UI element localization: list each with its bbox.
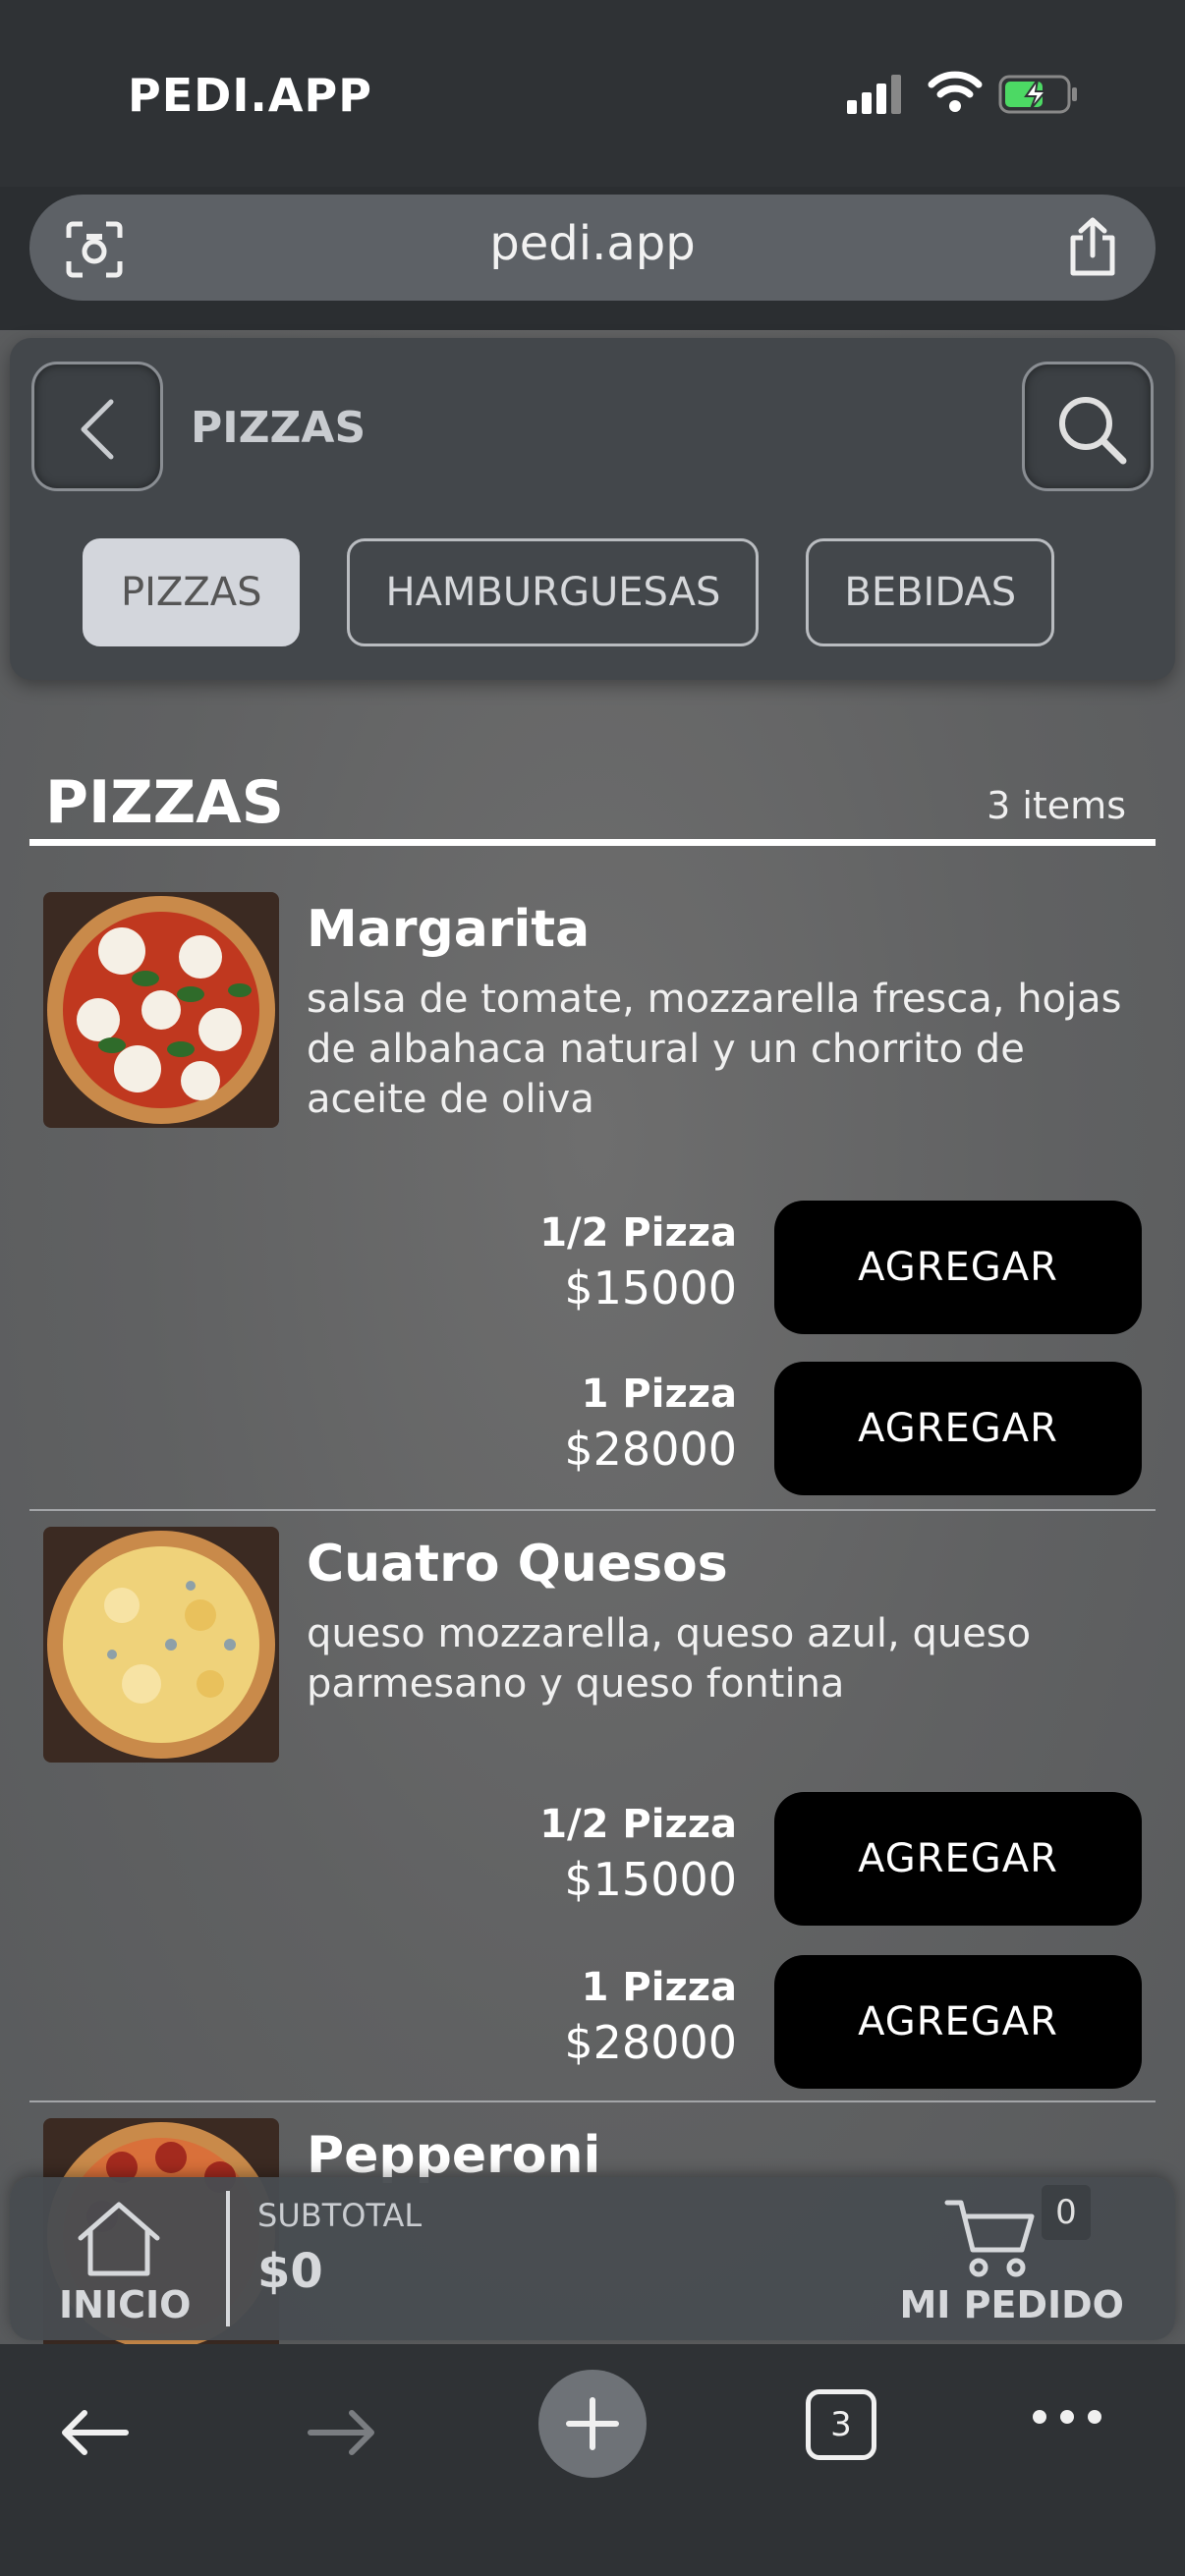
url-bar[interactable]: pedi.app	[29, 195, 1156, 301]
add-button[interactable]: AGREGAR	[774, 1362, 1142, 1495]
add-button[interactable]: AGREGAR	[774, 1955, 1142, 2089]
search-icon	[1059, 397, 1127, 465]
home-icon[interactable]	[75, 2199, 163, 2279]
cellular-signal-icon	[847, 75, 901, 114]
section-count: 3 items	[987, 784, 1126, 827]
order-bar: INICIO SUBTOTAL $0 0 MI PEDIDO	[10, 2177, 1175, 2340]
wifi-icon	[928, 71, 983, 112]
price-option: 1 Pizza $28000 AGREGAR	[454, 1955, 1142, 2089]
status-title: PEDI.APP	[128, 69, 372, 122]
option-price: $15000	[564, 1261, 737, 1315]
item-name: Margarita	[307, 900, 591, 959]
browser-back-icon[interactable]	[59, 2409, 130, 2456]
cart-count-badge: 0	[1042, 2185, 1091, 2240]
tab-hamburguesas[interactable]: HAMBURGUESAS	[347, 538, 760, 646]
browser-toolbar: 3	[0, 2344, 1185, 2576]
menu-item-margarita: Margarita salsa de tomate, mozzarella fr…	[29, 892, 1156, 1501]
category-tabs: PIZZAS HAMBURGUESAS BEBIDAS	[83, 538, 1055, 646]
category-header: PIZZAS PIZZAS HAMBURGUESAS BEBIDAS	[10, 338, 1175, 680]
more-options-icon[interactable]	[1032, 2407, 1102, 2427]
tab-pizzas[interactable]: PIZZAS	[83, 538, 301, 646]
search-button[interactable]	[1022, 362, 1154, 491]
menu-item-cuatro-quesos: Cuatro Quesos queso mozzarella, queso az…	[29, 1527, 1156, 2097]
item-description: salsa de tomate, mozzarella fresca, hoja…	[307, 977, 1122, 1122]
home-label[interactable]: INICIO	[59, 2283, 191, 2326]
subtotal-label: SUBTOTAL	[257, 2197, 423, 2234]
item-divider	[29, 2100, 1156, 2102]
option-price: $28000	[564, 2016, 737, 2069]
browser-forward-icon[interactable]	[307, 2409, 377, 2456]
option-label: 1/2 Pizza	[539, 1210, 737, 1256]
add-button[interactable]: AGREGAR	[774, 1792, 1142, 1926]
tab-bebidas[interactable]: BEBIDAS	[806, 538, 1055, 646]
back-button[interactable]	[31, 362, 163, 491]
item-divider	[29, 1509, 1156, 1511]
option-price: $28000	[564, 1423, 737, 1476]
option-label: 1 Pizza	[581, 1372, 737, 1417]
back-chevron-icon	[81, 399, 114, 460]
url-text[interactable]: pedi.app	[29, 216, 1156, 271]
tabs-button[interactable]: 3	[806, 2389, 876, 2460]
price-option: 1/2 Pizza $15000 AGREGAR	[454, 1792, 1142, 1926]
section-divider	[29, 839, 1156, 846]
price-option: 1/2 Pizza $15000 AGREGAR	[454, 1201, 1142, 1334]
page-title: PIZZAS	[191, 403, 367, 453]
option-price: $15000	[564, 1853, 737, 1906]
item-image[interactable]	[43, 892, 279, 1128]
item-name: Cuatro Quesos	[307, 1535, 728, 1594]
item-name: Pepperoni	[307, 2126, 601, 2185]
option-label: 1/2 Pizza	[539, 1802, 737, 1847]
price-option: 1 Pizza $28000 AGREGAR	[454, 1362, 1142, 1495]
battery-charging-icon	[998, 75, 1077, 114]
item-description: queso mozzarella, queso azul, queso parm…	[307, 1611, 1032, 1707]
option-label: 1 Pizza	[581, 1965, 737, 2010]
bar-divider	[226, 2191, 230, 2326]
my-order-label[interactable]: MI PEDIDO	[899, 2283, 1124, 2326]
new-tab-button[interactable]	[538, 2370, 647, 2478]
section-title: PIZZAS	[45, 768, 284, 837]
subtotal-value: $0	[257, 2244, 323, 2299]
item-image[interactable]	[43, 1527, 279, 1763]
add-button[interactable]: AGREGAR	[774, 1201, 1142, 1334]
status-bar: PEDI.APP	[0, 0, 1185, 187]
cart-icon[interactable]	[943, 2197, 1038, 2279]
share-icon[interactable]	[1065, 216, 1120, 279]
plus-icon	[566, 2397, 619, 2450]
